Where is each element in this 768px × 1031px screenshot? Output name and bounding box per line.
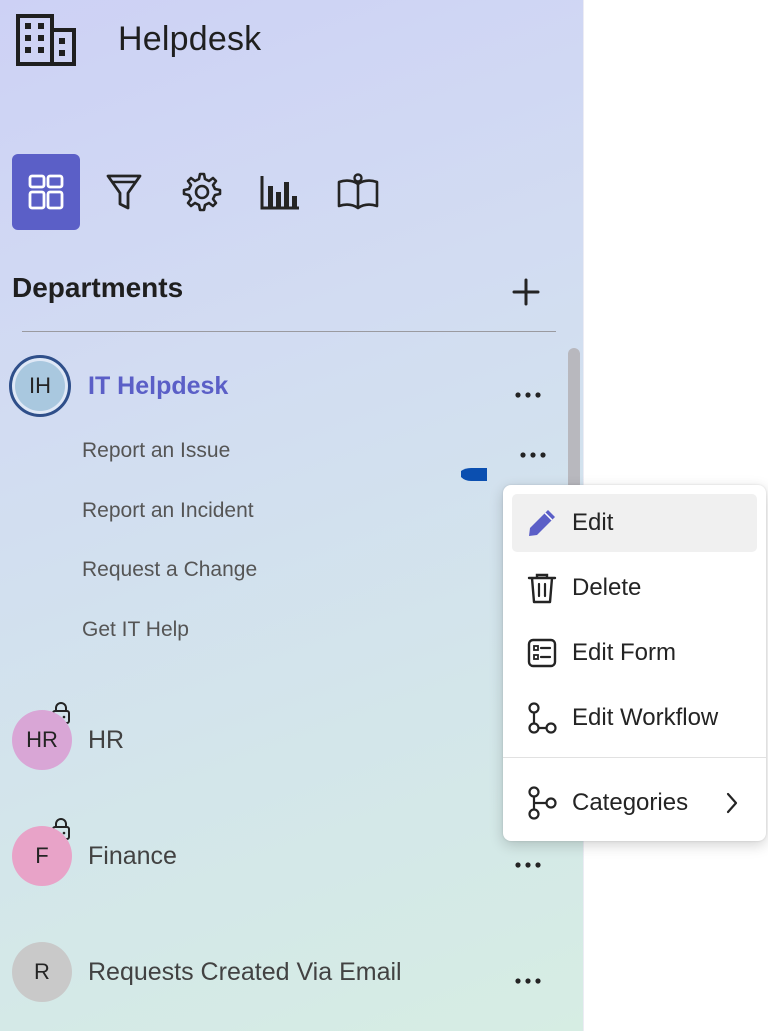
menu-item-edit[interactable]: Edit: [512, 494, 757, 552]
department-more-button[interactable]: [508, 966, 548, 996]
app-title: Helpdesk: [118, 20, 262, 58]
menu-divider: [503, 757, 766, 758]
avatar: R: [12, 942, 72, 1002]
filter-icon: [104, 171, 144, 213]
sub-item-more-button[interactable]: [513, 440, 553, 470]
sidebar: Helpdesk Departments IH IT Helpdesk Repo…: [0, 0, 583, 1031]
building-icon: [16, 14, 76, 66]
more-horizontal-icon: [519, 446, 547, 464]
more-horizontal-icon: [514, 856, 542, 874]
gear-icon: [181, 171, 223, 213]
context-menu: Edit Delete Edit Form Edit Workflow Cate…: [503, 485, 766, 841]
sub-item-get-it-help[interactable]: Get IT Help: [82, 618, 189, 642]
department-name: Finance: [88, 842, 177, 870]
drag-indicator-icon: [459, 467, 489, 483]
form-icon: [524, 635, 560, 671]
more-horizontal-icon: [514, 386, 542, 404]
add-department-button[interactable]: [506, 274, 546, 314]
plus-icon: [511, 277, 541, 312]
nav-dashboard-button[interactable]: [12, 154, 80, 230]
avatar: F: [12, 826, 72, 886]
sub-item-report-incident[interactable]: Report an Incident: [82, 499, 254, 523]
nav-reports-button[interactable]: [246, 154, 314, 230]
bar-chart-icon: [259, 172, 301, 212]
sub-item-report-issue[interactable]: Report an Issue: [82, 439, 230, 463]
nav-settings-button[interactable]: [168, 154, 236, 230]
app-window: Helpdesk Departments IH IT Helpdesk Repo…: [0, 0, 768, 1031]
departments-divider: [22, 331, 556, 332]
menu-item-edit-workflow[interactable]: Edit Workflow: [512, 689, 757, 747]
avatar: IH: [9, 355, 71, 417]
department-name: IT Helpdesk: [88, 372, 229, 400]
department-more-button[interactable]: [508, 380, 548, 410]
department-name: Requests Created Via Email: [88, 958, 402, 986]
sub-item-request-change[interactable]: Request a Change: [82, 558, 257, 582]
nav-filter-button[interactable]: [90, 154, 158, 230]
menu-item-delete[interactable]: Delete: [512, 559, 757, 617]
book-open-icon: [336, 172, 380, 212]
department-more-button[interactable]: [508, 850, 548, 880]
department-name: HR: [88, 726, 125, 754]
nav-knowledge-button[interactable]: [324, 154, 392, 230]
trash-icon: [524, 570, 560, 606]
chevron-right-icon: [725, 791, 739, 815]
workflow-icon: [524, 700, 560, 736]
more-horizontal-icon: [514, 972, 542, 990]
scrollbar-thumb[interactable]: [568, 348, 580, 490]
pencil-icon: [524, 505, 560, 541]
departments-heading: Departments: [12, 272, 184, 303]
menu-item-edit-form[interactable]: Edit Form: [512, 624, 757, 682]
menu-item-categories[interactable]: Categories: [512, 774, 757, 832]
avatar: HR: [12, 710, 72, 770]
branch-icon: [524, 785, 560, 821]
dashboard-grid-icon: [26, 172, 66, 212]
